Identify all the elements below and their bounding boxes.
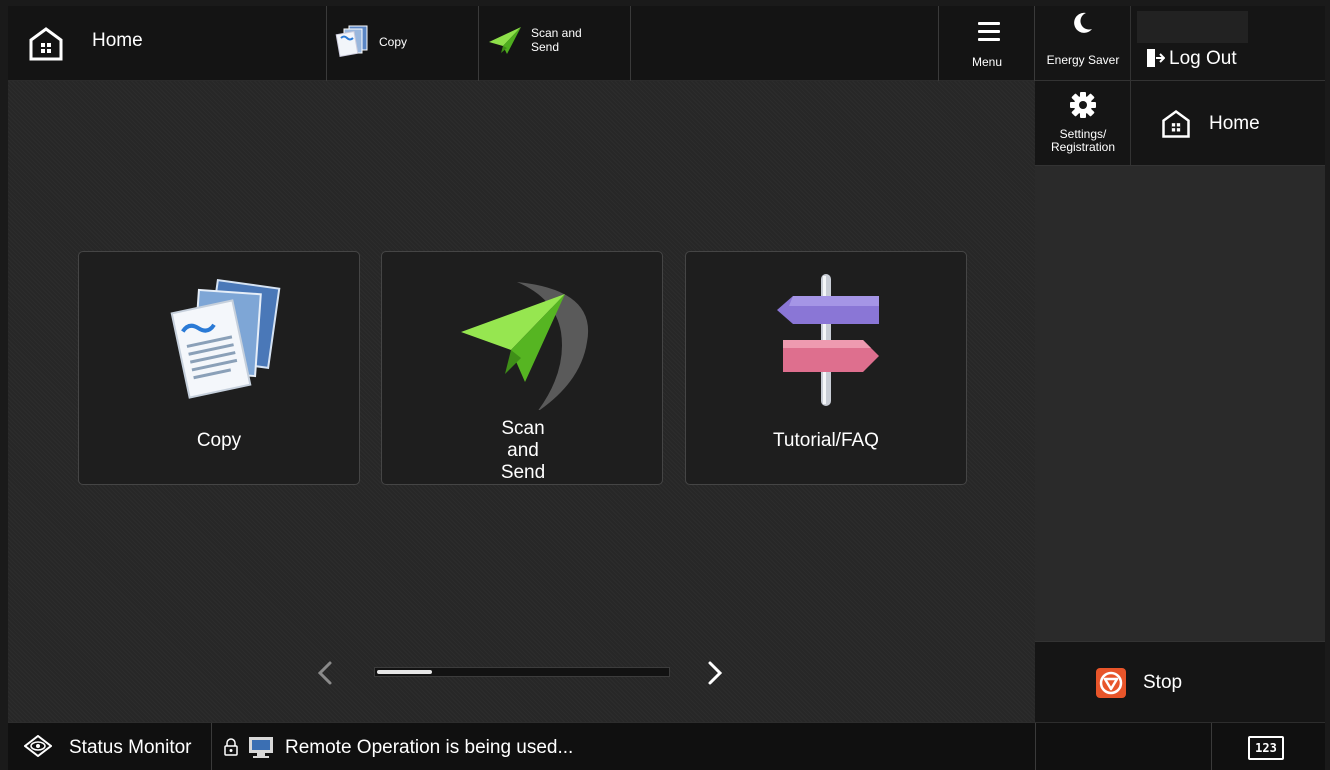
scan-send-tile-label: Scan and Send [500, 418, 546, 483]
status-message: Remote Operation is being used... [212, 723, 1035, 770]
moon-icon [1074, 12, 1092, 33]
logout-button[interactable]: Log Out [1131, 6, 1325, 81]
status-monitor-label: Status Monitor [69, 737, 192, 758]
copy-tile[interactable]: Copy [78, 251, 360, 485]
menu-label: Menu [971, 55, 1003, 69]
status-message-text: Remote Operation is being used... [285, 737, 574, 758]
copy-documents-icon [170, 278, 281, 399]
energy-saver-button[interactable]: Energy Saver [1035, 6, 1131, 81]
right-panel-header: Energy Saver Log Out Settings/ Registrat… [1035, 6, 1325, 166]
scan-send-tile[interactable]: Scan and Send [381, 251, 663, 485]
chevron-right-icon[interactable] [703, 658, 727, 688]
remote-monitor-icon [249, 737, 273, 758]
settings-registration-button[interactable]: Settings/Registration [1035, 81, 1131, 166]
copy-tile-label: Copy [196, 430, 242, 451]
home-label: Home [92, 30, 143, 51]
numeric-keypad-button[interactable]: 123 [1248, 736, 1284, 760]
home-button[interactable]: Home [1131, 81, 1325, 166]
empty-shortcut-slot [631, 6, 939, 81]
tutorial-faq-tile[interactable]: Tutorial/FAQ [685, 251, 967, 485]
home-icon [29, 27, 63, 61]
logout-label: Log Out [1169, 48, 1237, 69]
scan-send-label: Scan and Send [531, 26, 582, 54]
right-panel: Energy Saver Log Out Settings/ Registrat… [1035, 6, 1325, 722]
copy-shortcut[interactable]: Copy [327, 6, 479, 81]
home-screen-main: Copy Scan and Send Tutorial/FAQ [8, 81, 1035, 722]
paper-plane-icon [461, 282, 589, 410]
page-scrollbar-thumb[interactable] [377, 670, 432, 674]
lock-icon [224, 738, 238, 756]
copy-documents-icon [335, 25, 368, 57]
paper-plane-icon [489, 27, 521, 54]
stop-icon [1096, 668, 1126, 698]
chevron-left-icon[interactable] [313, 658, 337, 688]
status-bar: Status Monitor Remote Operation is being… [8, 722, 1325, 770]
settings-label: Settings/Registration [1050, 127, 1116, 154]
energy-saver-label: Energy Saver [1046, 53, 1120, 67]
top-bar: Home Copy Scan and Send Menu [8, 6, 1035, 81]
hamburger-icon [978, 22, 1000, 41]
divider [1211, 723, 1212, 770]
signpost-icon [777, 274, 879, 406]
home-icon [1162, 109, 1190, 138]
gear-icon [1070, 92, 1096, 118]
status-monitor-button[interactable]: Status Monitor [8, 723, 212, 770]
page-navigator [8, 653, 1035, 693]
status-monitor-icon [24, 735, 52, 757]
copy-label: Copy [379, 35, 408, 49]
tutorial-faq-tile-label: Tutorial/FAQ [773, 430, 879, 451]
logout-icon [1147, 49, 1165, 67]
scan-send-shortcut[interactable]: Scan and Send [479, 6, 631, 81]
divider [1035, 723, 1036, 770]
home-tab[interactable]: Home [8, 6, 327, 81]
user-name-box [1137, 11, 1248, 43]
stop-label: Stop [1143, 672, 1183, 693]
page-scrollbar[interactable] [374, 667, 670, 677]
stop-button[interactable]: Stop [1035, 641, 1325, 722]
menu-button[interactable]: Menu [939, 6, 1035, 81]
home-button-label: Home [1209, 113, 1260, 134]
